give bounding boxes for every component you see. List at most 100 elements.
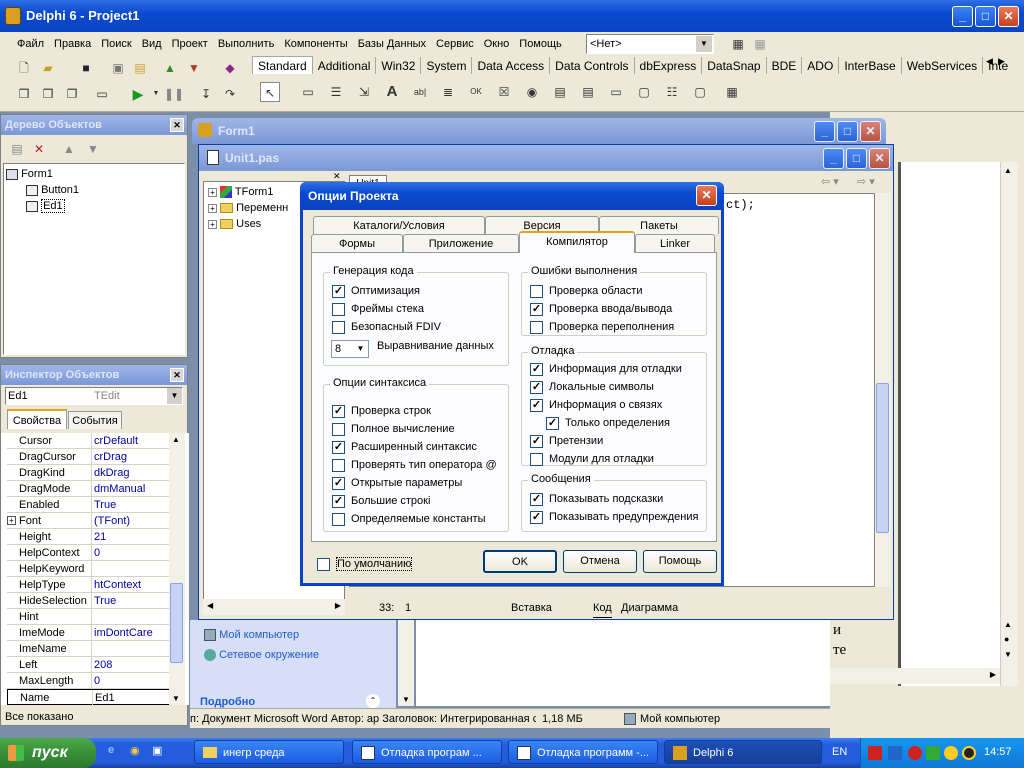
help-button[interactable]: Помощь xyxy=(643,550,717,573)
option-checkbox[interactable]: ✓ Большие строкі xyxy=(332,493,430,509)
maximize-button[interactable]: □ xyxy=(837,121,858,142)
inspector-row[interactable]: DragCursor crDrag xyxy=(7,449,171,465)
checked-box[interactable]: ✓ xyxy=(332,476,345,490)
inspector-row[interactable]: HelpContext 0 xyxy=(7,545,171,561)
inspector-row[interactable]: ImeMode imDontCare xyxy=(7,625,171,641)
checked-box[interactable]: ✓ xyxy=(332,440,345,454)
collapse-icon[interactable]: ⌃ xyxy=(366,694,380,708)
scroll-left-icon[interactable]: ◀ xyxy=(207,601,213,610)
maximize-button[interactable]: □ xyxy=(846,148,867,169)
expand-icon[interactable]: + xyxy=(208,203,217,213)
groupbox-icon[interactable]: ▢ xyxy=(634,82,654,102)
right-vscroll[interactable] xyxy=(1000,162,1018,686)
inspector-row[interactable]: MaxLength 0 xyxy=(7,673,171,689)
radiogroup-icon[interactable]: ☷ xyxy=(662,82,682,102)
taskbar-item-folder[interactable]: инегр среда xyxy=(194,740,344,764)
option-checkbox[interactable]: Безопасный FDIV xyxy=(332,319,441,335)
run-dropdown-icon[interactable]: ▼ xyxy=(146,84,166,104)
inspector-row[interactable]: HideSelection True xyxy=(7,593,171,609)
checked-box[interactable]: ✓ xyxy=(546,416,559,430)
scroll-down-icon[interactable]: ▼ xyxy=(172,694,180,703)
checked-box[interactable]: ✓ xyxy=(530,380,543,394)
code-tree-item-uses[interactable]: + Uses xyxy=(208,216,261,232)
cancel-button[interactable]: Отмена xyxy=(563,550,637,573)
property-value[interactable]: (TFont) xyxy=(94,513,130,529)
actionlist-icon[interactable]: ▦ xyxy=(722,82,742,102)
checked-box[interactable]: ✓ xyxy=(530,398,543,412)
default-checkbox[interactable]: По умолчанию xyxy=(317,556,413,572)
checked-box[interactable]: ✓ xyxy=(530,302,543,316)
palette-tab[interactable]: System xyxy=(421,57,473,74)
explorer-hscroll[interactable]: ◀ ▶ xyxy=(203,599,345,615)
right-hscroll[interactable]: ▶ xyxy=(830,668,1000,684)
button-icon[interactable]: OK xyxy=(466,82,486,102)
delete-item-icon[interactable]: ✕ xyxy=(29,139,49,159)
palette-scroll-left-icon[interactable]: ◀ xyxy=(986,56,993,67)
link-my-computer[interactable]: Мой компьютер xyxy=(204,627,299,643)
details-heading[interactable]: Подробно xyxy=(200,696,255,708)
property-value[interactable]: Ed1 xyxy=(95,690,115,705)
tray-icon-5[interactable] xyxy=(944,746,958,760)
checked-box[interactable]: ✓ xyxy=(332,404,345,418)
tree-item-ed1[interactable]: Ed1 xyxy=(26,198,65,214)
property-value[interactable]: 0 xyxy=(94,545,100,561)
media-player-icon[interactable]: ◉ xyxy=(130,744,140,757)
window-list-icon[interactable]: ▦ xyxy=(728,34,748,54)
open-icon[interactable]: ▰ xyxy=(38,58,58,78)
property-value[interactable]: True xyxy=(94,497,116,513)
scroll-up-icon[interactable]: ▲ xyxy=(1004,166,1012,175)
unchecked-box[interactable] xyxy=(332,320,345,334)
option-checkbox[interactable]: ✓ Информация для отладки xyxy=(530,361,682,377)
close-icon[interactable]: ✕ xyxy=(170,368,184,382)
menu-item[interactable]: Вид xyxy=(137,35,167,53)
listbox-icon[interactable]: ▤ xyxy=(550,82,570,102)
tray-icon-2[interactable] xyxy=(888,746,902,760)
inspector-row[interactable]: Height 21 xyxy=(7,529,171,545)
inspector-row[interactable]: Name Ed1 xyxy=(7,689,171,705)
option-checkbox[interactable]: Проверять тип оператора @ xyxy=(332,457,497,473)
expand-icon[interactable]: + xyxy=(208,187,217,197)
menu-item[interactable]: Выполнить xyxy=(213,35,279,53)
palette-tab[interactable]: Data Controls xyxy=(550,57,635,74)
inspector-row[interactable]: ImeName xyxy=(7,641,171,657)
ok-button[interactable]: OK xyxy=(483,550,557,573)
palette-tab[interactable]: ADO xyxy=(802,57,840,74)
select-browse-icon[interactable]: ● xyxy=(1004,634,1009,644)
option-checkbox[interactable]: Фреймы стека xyxy=(332,301,424,317)
option-checkbox[interactable]: ✓ Проверка ввода/вывода xyxy=(530,301,672,317)
ie-icon[interactable]: e xyxy=(108,744,114,756)
close-button[interactable]: ✕ xyxy=(696,185,717,206)
popupmenu-icon[interactable]: ☰ xyxy=(326,82,346,102)
tray-icon-4[interactable] xyxy=(926,746,940,760)
palette-scroll-right-icon[interactable]: ▶ xyxy=(998,56,1005,67)
close-explorer-icon[interactable]: ✕ xyxy=(333,171,341,182)
desktop-icon[interactable]: ▣ xyxy=(152,744,162,757)
scrollbar-icon[interactable]: ▭ xyxy=(606,82,626,102)
option-checkbox[interactable]: Полное вычисление xyxy=(332,421,455,437)
chevron-down-icon[interactable]: ▼ xyxy=(696,36,712,52)
maximize-button[interactable]: □ xyxy=(975,6,996,27)
combobox-icon[interactable]: ▤ xyxy=(578,82,598,102)
close-button[interactable]: ✕ xyxy=(869,148,890,169)
menu-item[interactable]: Правка xyxy=(49,35,96,53)
unchecked-box[interactable] xyxy=(332,422,345,436)
property-value[interactable]: 208 xyxy=(94,657,112,673)
new-item-icon[interactable]: ▤ xyxy=(7,139,27,159)
checkbox-icon[interactable]: ☒ xyxy=(494,82,514,102)
option-checkbox[interactable]: Модули для отладки xyxy=(530,451,654,467)
checked-box[interactable]: ✓ xyxy=(530,434,543,448)
explorer-vscroll[interactable]: ▼ xyxy=(398,620,414,706)
pause-icon[interactable]: ❚❚ xyxy=(164,84,184,104)
palette-tab[interactable]: WebServices xyxy=(902,57,984,74)
checked-box[interactable]: ✓ xyxy=(332,494,345,508)
property-value[interactable]: imDontCare xyxy=(94,625,153,641)
move-down-icon[interactable]: ▼ xyxy=(83,139,103,159)
unchecked-box[interactable] xyxy=(332,302,345,316)
nav-forward-icon[interactable]: ⇨ ▾ xyxy=(857,175,875,188)
link-network[interactable]: Сетевое окружение xyxy=(204,647,319,663)
menu-item[interactable]: Компоненты xyxy=(279,35,352,53)
move-up-icon[interactable]: ▲ xyxy=(59,139,79,159)
checked-box[interactable]: ✓ xyxy=(530,492,543,506)
tray-icon-6[interactable] xyxy=(962,746,976,760)
unchecked-box[interactable] xyxy=(530,320,543,334)
